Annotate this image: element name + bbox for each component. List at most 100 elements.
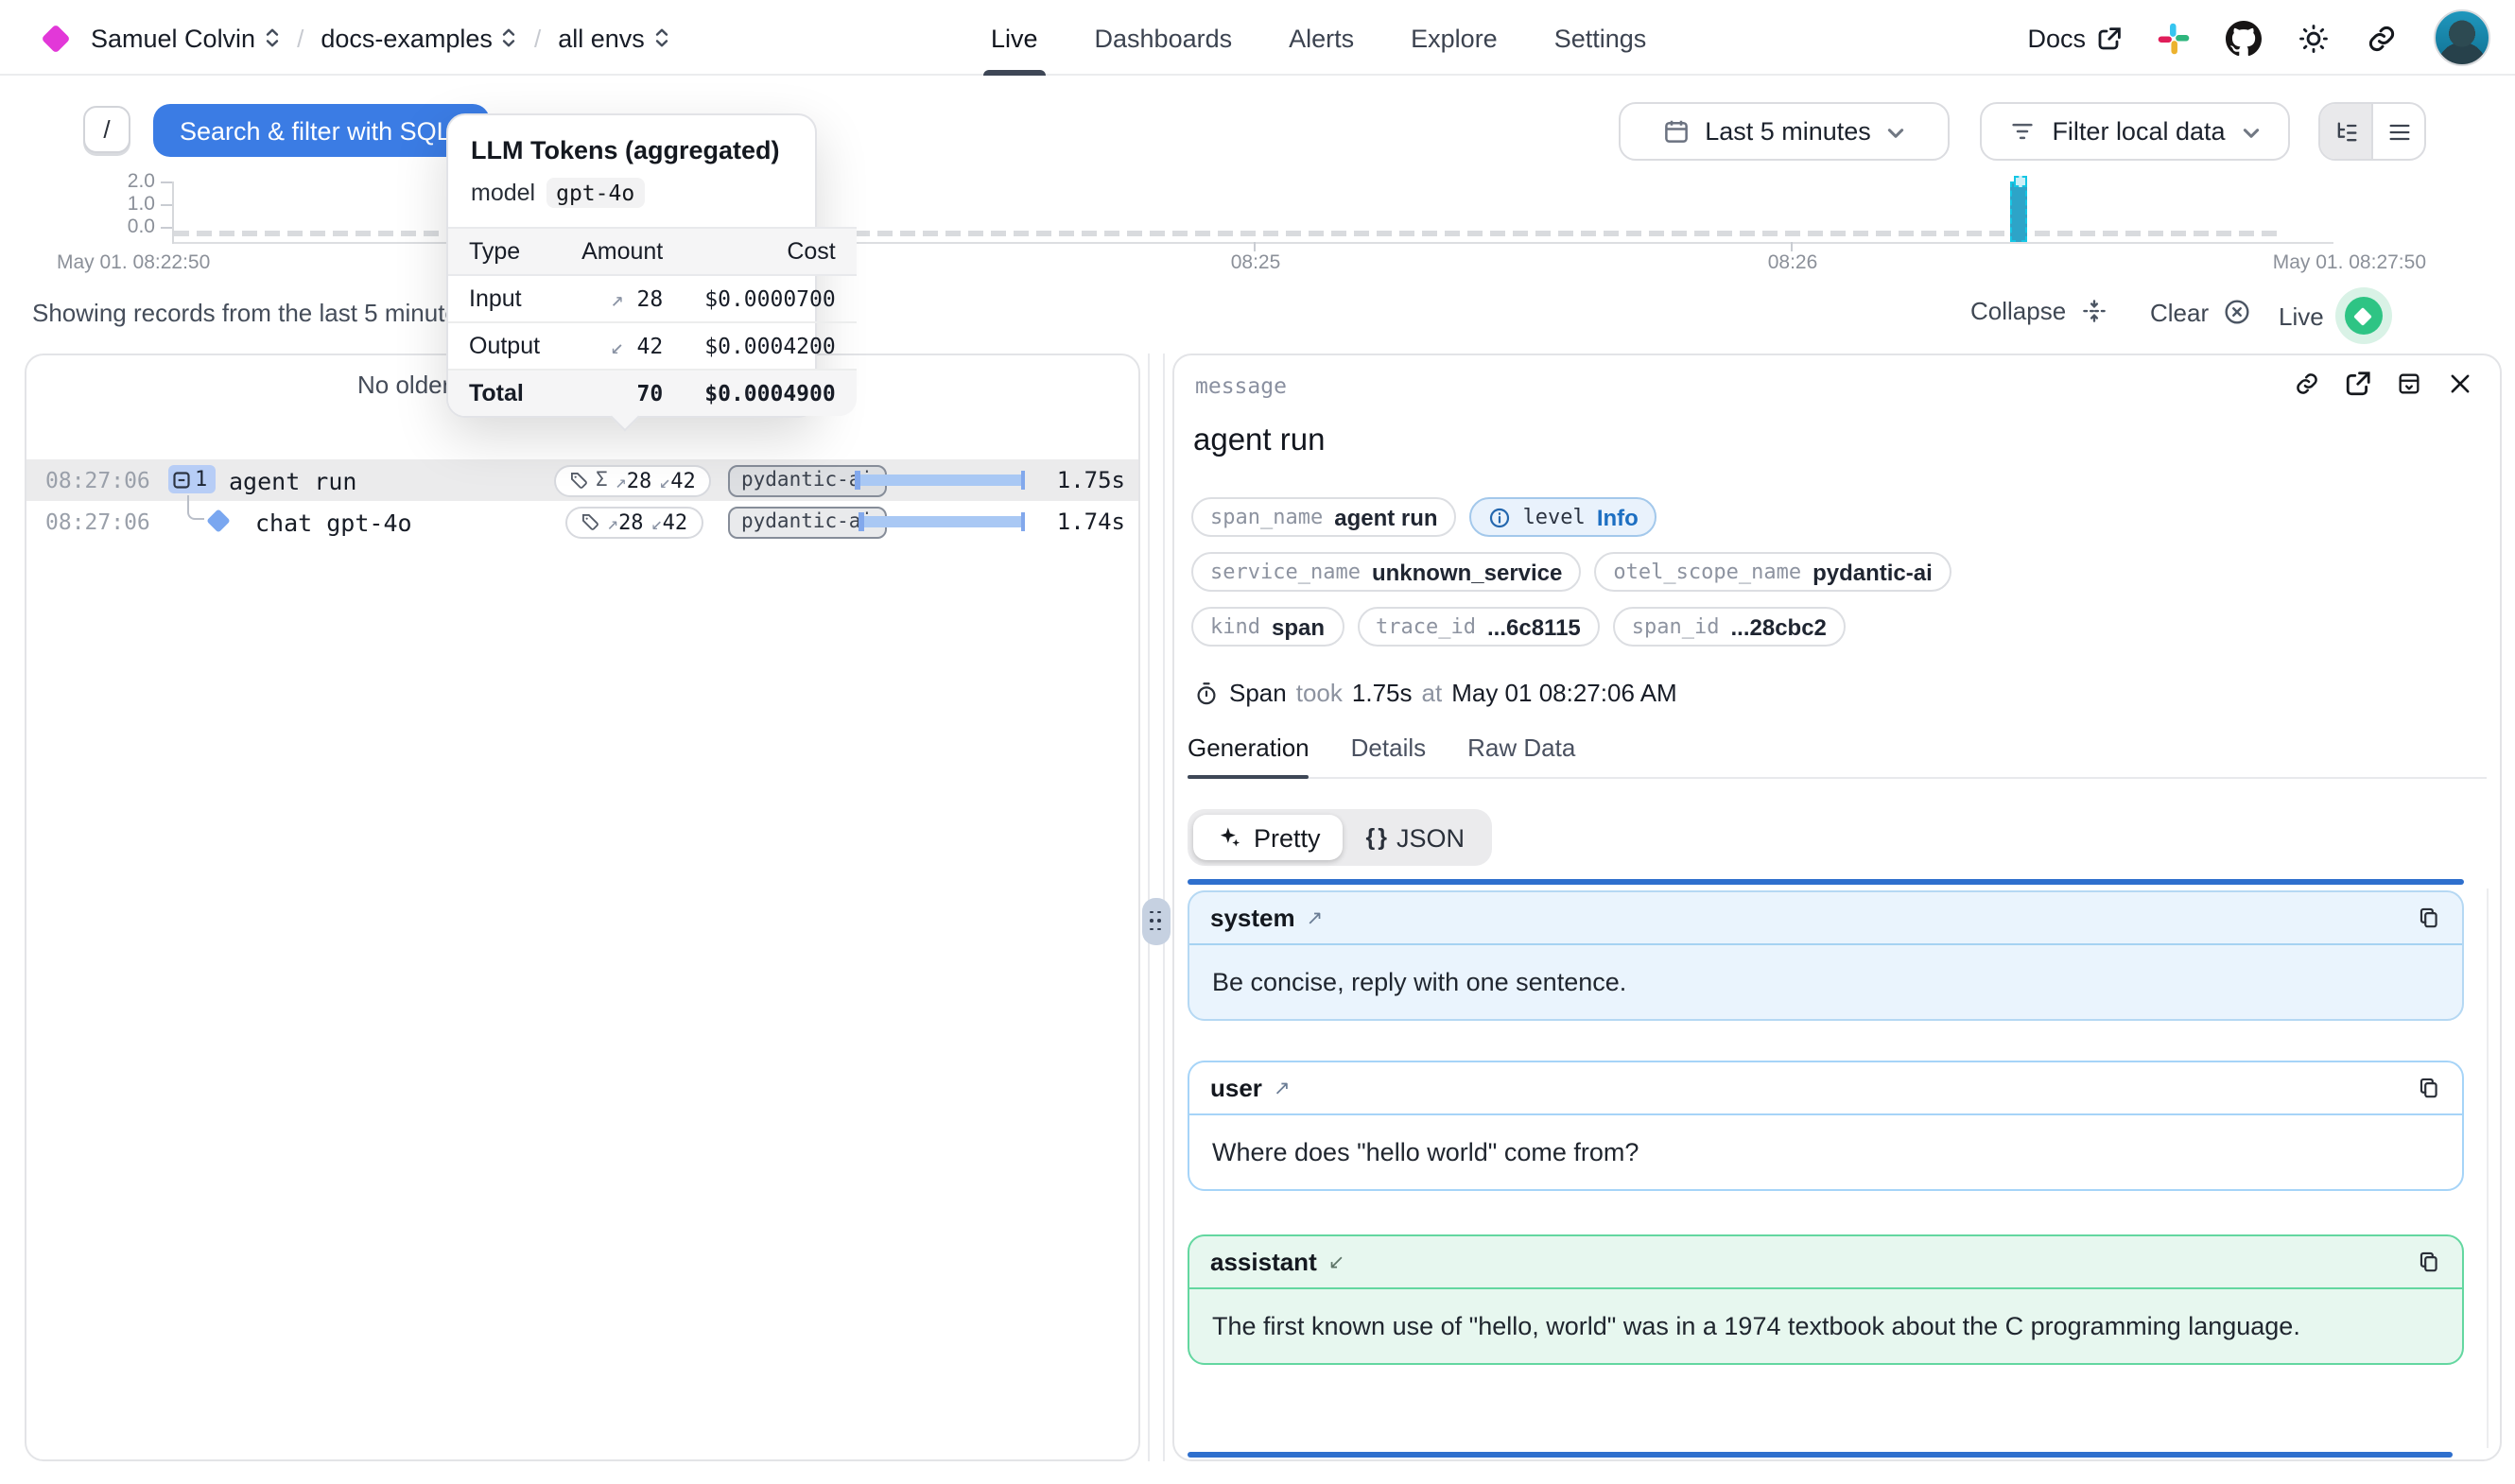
resize-grip-handle[interactable] [1142,898,1171,945]
filter-icon [2008,117,2037,146]
message-card-assistant: assistant ↙ The first known use of "hell… [1188,1234,2464,1365]
open-in-new-icon[interactable] [2345,371,2371,397]
span-name: agent run [229,467,356,495]
pretty-view-toggle[interactable]: Pretty [1193,815,1344,860]
copy-icon[interactable] [2417,906,2441,930]
tab-live[interactable]: Live [991,0,1038,76]
collapse-label: Collapse [1970,297,2066,325]
braces-icon: { } [1366,824,1385,851]
slack-icon[interactable] [2158,22,2190,54]
tree-view-toggle[interactable] [2320,104,2373,159]
docs-label: Docs [2027,24,2086,52]
filter-label: Filter local data [2052,117,2225,146]
token-counts-pill[interactable]: ↗28 ↙42 [565,506,702,538]
span-kind-label: message [1195,372,1287,399]
span-detail-panel: message agent run span_nameagent run lev… [1172,354,2502,1461]
copy-link-icon[interactable] [2294,371,2320,397]
scroll-top-rule [1188,879,2464,885]
breadcrumb-separator: / [297,24,304,52]
child-count: 1 [195,467,207,492]
trace-row-chat-gpt4o[interactable]: 08:27:06 chat gpt-4o ↗28 ↙42 pydantic-ai… [26,501,1138,543]
project-selector[interactable]: docs-examples [321,24,517,52]
clear-button[interactable]: Clear [2150,297,2252,327]
filter-local-data-dropdown[interactable]: Filter local data [1980,102,2290,161]
scrollbar-track[interactable] [2487,889,2489,1448]
attr-span-name[interactable]: span_nameagent run [1191,497,1457,537]
sparkle-icon [1216,824,1242,851]
message-card-system: system ↗ Be concise, reply with one sent… [1188,890,2464,1021]
message-text: Be concise, reply with one sentence. [1189,945,2462,1019]
collapse-children-badge[interactable]: 1 [168,465,215,493]
tab-alerts[interactable]: Alerts [1289,0,1354,76]
tab-raw-data[interactable]: Raw Data [1467,733,1575,777]
direction-arrow-icon: ↙ [1328,1251,1345,1273]
col-type: Type [448,228,561,275]
env-name: all envs [558,24,645,52]
message-text: Where does "hello world" come from? [1189,1115,2462,1189]
span-timing-line: Span took 1.75s at May 01 08:27:06 AM [1193,679,1677,707]
search-filter-button[interactable]: Search & filter with SQL [153,104,490,157]
role-label: assistant [1210,1248,1317,1276]
attr-otel-scope-name[interactable]: otel_scope_namepydantic-ai [1594,552,1951,592]
direction-arrow-icon: ↗ [1274,1077,1291,1099]
stopwatch-icon [1193,680,1220,706]
calendar-icon [1661,117,1690,146]
live-label: Live [2279,302,2324,330]
live-indicator-icon [2345,297,2383,335]
tag-icon [581,512,599,531]
panel-divider [1140,354,1172,1461]
logfire-logo-icon [41,23,70,52]
col-amount: Amount [561,228,684,275]
attr-span-id[interactable]: span_id...28cbc2 [1613,607,1846,647]
docs-link[interactable]: Docs [2027,24,2122,52]
view-mode-toggle [2318,102,2426,161]
tab-generation[interactable]: Generation [1188,733,1310,777]
theme-toggle-sun-icon[interactable] [2298,22,2330,54]
list-view-toggle[interactable] [2373,104,2424,159]
share-link-icon[interactable] [2366,22,2398,54]
duration-label: 1.74s [1057,509,1125,535]
attr-service-name[interactable]: service_nameunknown_service [1191,552,1581,592]
x-axis-label: 08:25 [1199,251,1312,274]
top-right-actions: Docs [2027,0,2490,76]
clear-circle-x-icon [2222,297,2252,327]
token-counts-pill[interactable]: Σ ↗28 ↙42 [554,464,711,496]
attr-kind[interactable]: kindspan [1191,607,1344,647]
showing-records-text: Showing records from the last 5 minutes [32,299,471,327]
attribute-row: service_nameunknown_service otel_scope_n… [1191,552,1951,592]
attr-trace-id[interactable]: trace_id...6c8115 [1357,607,1600,647]
chevron-updown-icon [265,26,280,49]
save-view-icon[interactable] [2396,371,2422,397]
user-avatar[interactable] [2434,9,2490,66]
env-selector[interactable]: all envs [558,24,669,52]
copy-icon[interactable] [2417,1076,2441,1100]
model-key: model [471,180,535,206]
close-panel-icon[interactable] [2447,371,2473,397]
org-selector[interactable]: Samuel Colvin [91,24,280,52]
time-range-dropdown[interactable]: Last 5 minutes [1619,102,1950,161]
role-label: system [1210,904,1295,932]
tooltip-title: LLM Tokens (aggregated) [448,115,815,174]
tab-dashboards[interactable]: Dashboards [1095,0,1233,76]
pretty-label: Pretty [1254,823,1321,852]
collapse-button[interactable]: Collapse [1970,297,2107,325]
time-range-label: Last 5 minutes [1705,117,1871,146]
live-toggle[interactable]: Live [2279,297,2383,335]
tokens-table: Type Amount Cost Input ↗ 28 $0.0000700 O… [448,227,857,416]
col-cost: Cost [684,228,857,275]
sigma-icon: Σ [596,469,608,492]
attribute-row: kindspan trace_id...6c8115 span_id...28c… [1191,607,1846,647]
tab-settings[interactable]: Settings [1554,0,1647,76]
json-view-toggle[interactable]: { } JSON [1344,815,1487,860]
main-nav: Live Dashboards Alerts Explore Settings [991,0,1646,76]
copy-icon[interactable] [2417,1250,2441,1274]
detail-panel-actions [2294,371,2473,397]
github-icon[interactable] [2226,20,2262,56]
output-arrow-icon: ↙ [611,333,624,359]
tag-icon [569,471,588,490]
tab-details[interactable]: Details [1351,733,1427,777]
scroll-bottom-rule [1188,1452,2453,1458]
tab-explore[interactable]: Explore [1411,0,1498,76]
attr-level[interactable]: levelInfo [1470,497,1657,537]
timeline-span-bar[interactable] [2010,181,2027,242]
